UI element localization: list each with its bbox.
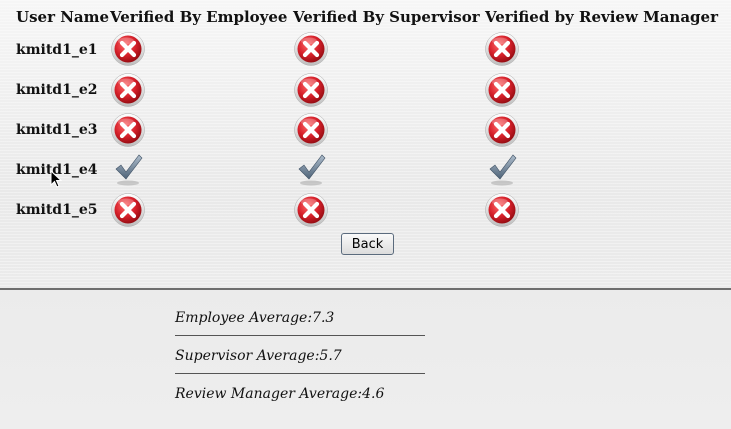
header-verified-by-review-manager: Verified by Review Manager: [485, 8, 718, 26]
user-name-cell: kmitd1_e3: [16, 122, 98, 138]
cross-icon: [111, 73, 145, 107]
cross-icon: [485, 193, 519, 227]
cross-icon: [111, 32, 145, 66]
cross-icon: [111, 193, 145, 227]
user-name-cell: kmitd1_e1: [16, 42, 98, 58]
header-user-name: User Name: [16, 8, 110, 26]
check-icon: [294, 152, 328, 188]
header-verified-by-employee: Verified By Employee: [110, 8, 288, 26]
user-name-cell: kmitd1_e5: [16, 202, 98, 218]
mouse-cursor-icon: [50, 170, 62, 188]
check-icon: [485, 152, 519, 188]
cross-icon: [485, 113, 519, 147]
review-manager-average: Review Manager Average:4.6: [175, 386, 385, 402]
average-separator: [175, 373, 425, 374]
cross-icon: [485, 32, 519, 66]
cross-icon: [294, 73, 328, 107]
supervisor-average: Supervisor Average:5.7: [175, 348, 342, 364]
section-divider: [0, 288, 731, 290]
cross-icon: [294, 32, 328, 66]
back-button[interactable]: Back: [341, 233, 394, 255]
cross-icon: [485, 73, 519, 107]
verification-panel: User Name Verified By Employee Verified …: [0, 0, 731, 288]
cross-icon: [294, 193, 328, 227]
cross-icon: [294, 113, 328, 147]
employee-average: Employee Average:7.3: [175, 310, 335, 326]
average-separator: [175, 335, 425, 336]
check-icon: [111, 152, 145, 188]
cross-icon: [111, 113, 145, 147]
header-verified-by-supervisor: Verified By Supervisor: [293, 8, 480, 26]
user-name-cell: kmitd1_e2: [16, 82, 98, 98]
